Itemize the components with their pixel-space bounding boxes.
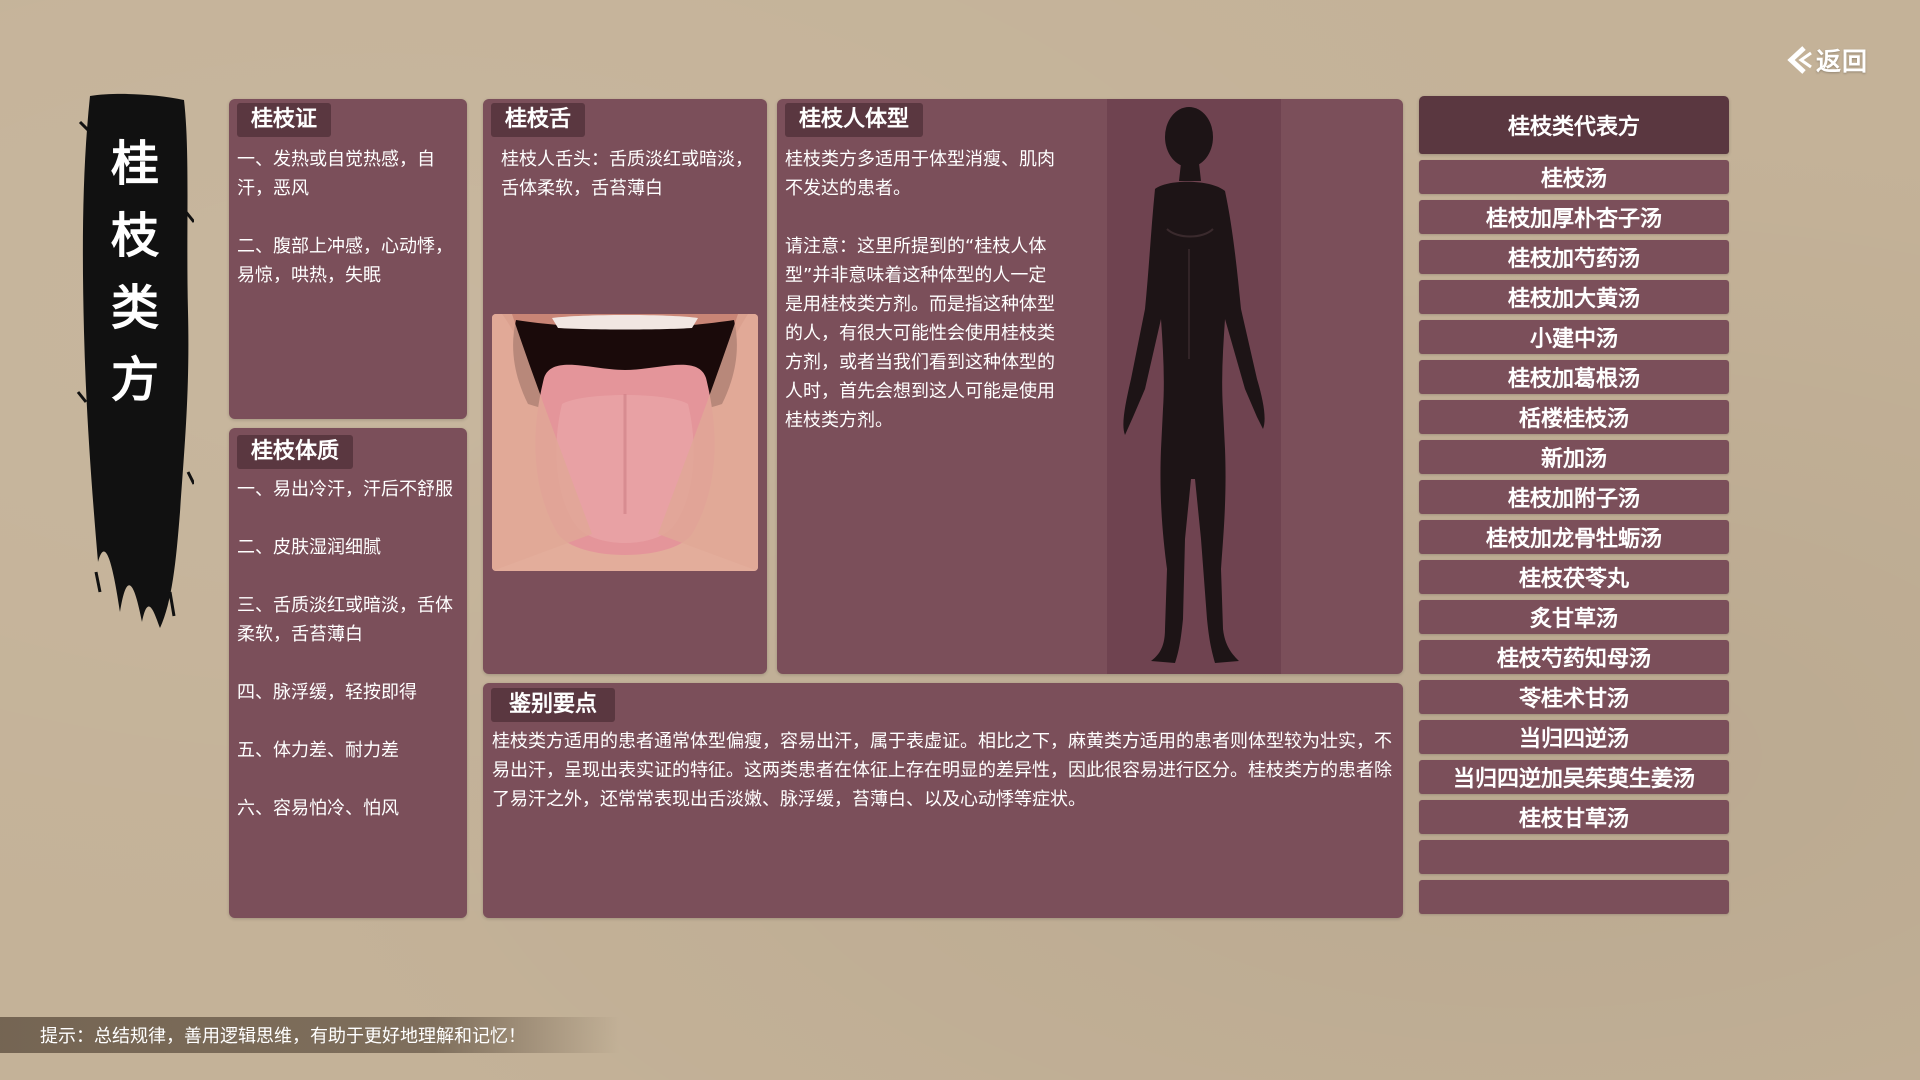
formula-item[interactable]: 苓桂术甘汤 xyxy=(1419,680,1729,714)
differentiation-tag: 鉴别要点 xyxy=(491,688,615,722)
symptom-tag: 桂枝证 xyxy=(237,103,331,137)
formula-item[interactable]: 桂枝芍药知母汤 xyxy=(1419,640,1729,674)
formula-list-header: 桂枝类代表方 xyxy=(1419,96,1729,154)
constitution-item: 一、易出冷汗，汗后不舒服 xyxy=(237,475,462,504)
symptom-panel: 桂枝证 一、发热或自觉热感，自汗，恶风 二、腹部上冲感，心动悸，易惊，哄热，失眠 xyxy=(229,99,467,419)
constitution-panel: 桂枝体质 一、易出冷汗，汗后不舒服 二、皮肤湿润细腻 三、舌质淡红或暗淡，舌体柔… xyxy=(229,428,467,918)
constitution-item: 六、容易怕冷、怕风 xyxy=(237,794,462,823)
differentiation-text: 桂枝类方适用的患者通常体型偏瘦，容易出汗，属于表虚证。相比之下，麻黄类方适用的患… xyxy=(492,727,1397,814)
constitution-item: 四、脉浮缓，轻按即得 xyxy=(237,678,462,707)
body-figure-image xyxy=(1107,99,1281,674)
human-silhouette xyxy=(1107,99,1281,674)
formula-item[interactable]: 桂枝加葛根汤 xyxy=(1419,360,1729,394)
title-char: 类 xyxy=(111,272,159,344)
body-type-text: 桂枝类方多适用于体型消瘦、肌肉不发达的患者。 请注意：这里所提到的“桂枝人体型”… xyxy=(785,145,1055,435)
formula-item[interactable]: 炙甘草汤 xyxy=(1419,600,1729,634)
body-type-tag: 桂枝人体型 xyxy=(785,103,923,137)
constitution-item: 二、皮肤湿润细腻 xyxy=(237,533,462,562)
formula-item[interactable] xyxy=(1419,840,1729,874)
tongue-tag: 桂枝舌 xyxy=(491,103,585,137)
differentiation-panel: 鉴别要点 桂枝类方适用的患者通常体型偏瘦，容易出汗，属于表虚证。相比之下，麻黄类… xyxy=(483,683,1403,918)
formula-item[interactable]: 栝楼桂枝汤 xyxy=(1419,400,1729,434)
tongue-text: 桂枝人舌头：舌质淡红或暗淡，舌体柔软，舌苔薄白 xyxy=(501,145,757,203)
constitution-item: 五、体力差、耐力差 xyxy=(237,736,462,765)
tongue-panel: 桂枝舌 桂枝人舌头：舌质淡红或暗淡，舌体柔软，舌苔薄白 xyxy=(483,99,767,674)
formula-item[interactable]: 桂枝茯苓丸 xyxy=(1419,560,1729,594)
back-button[interactable]: 返回 xyxy=(1784,40,1876,80)
tip-bar: 提示：总结规律，善用逻辑思维，有助于更好地理解和记忆！ xyxy=(0,1017,620,1053)
formula-item[interactable]: 桂枝加大黄汤 xyxy=(1419,280,1729,314)
vertical-title: 桂枝类方 xyxy=(76,92,194,632)
formula-item[interactable]: 当归四逆加吴茱萸生姜汤 xyxy=(1419,760,1729,794)
formula-item[interactable]: 桂枝甘草汤 xyxy=(1419,800,1729,834)
constitution-tag: 桂枝体质 xyxy=(237,435,353,469)
title-char: 方 xyxy=(111,344,159,416)
title-char: 枝 xyxy=(111,200,159,272)
constitution-list: 一、易出冷汗，汗后不舒服 二、皮肤湿润细腻 三、舌质淡红或暗淡，舌体柔软，舌苔薄… xyxy=(237,475,462,823)
formula-item[interactable]: 当归四逆汤 xyxy=(1419,720,1729,754)
formula-item[interactable]: 桂枝加厚朴杏子汤 xyxy=(1419,200,1729,234)
formula-item[interactable]: 桂枝加芍药汤 xyxy=(1419,240,1729,274)
symptom-item: 一、发热或自觉热感，自汗，恶风 xyxy=(237,145,462,203)
body-type-desc: 桂枝类方多适用于体型消瘦、肌肉不发达的患者。 xyxy=(785,145,1055,203)
formula-item[interactable]: 新加汤 xyxy=(1419,440,1729,474)
formula-item[interactable]: 桂枝加龙骨牡蛎汤 xyxy=(1419,520,1729,554)
tip-text: 提示：总结规律，善用逻辑思维，有助于更好地理解和记忆！ xyxy=(40,1022,526,1048)
formula-item[interactable]: 桂枝加附子汤 xyxy=(1419,480,1729,514)
back-arrow-icon xyxy=(1784,45,1812,75)
back-label: 返回 xyxy=(1816,42,1868,78)
body-type-note: 请注意：这里所提到的“桂枝人体型”并非意味着这种体型的人一定是用桂枝类方剂。而是… xyxy=(785,232,1055,435)
symptom-list: 一、发热或自觉热感，自汗，恶风 二、腹部上冲感，心动悸，易惊，哄热，失眠 xyxy=(237,145,462,290)
formula-item[interactable]: 桂枝汤 xyxy=(1419,160,1729,194)
formula-item[interactable]: 小建中汤 xyxy=(1419,320,1729,354)
formula-list: 桂枝类代表方 桂枝汤桂枝加厚朴杏子汤桂枝加芍药汤桂枝加大黄汤小建中汤桂枝加葛根汤… xyxy=(1419,96,1729,914)
constitution-item: 三、舌质淡红或暗淡，舌体柔软，舌苔薄白 xyxy=(237,591,462,649)
tongue-illustration xyxy=(492,314,758,571)
title-char: 桂 xyxy=(111,128,159,200)
formula-item[interactable] xyxy=(1419,880,1729,914)
body-type-panel: 桂枝人体型 桂枝类方多适用于体型消瘦、肌肉不发达的患者。 请注意：这里所提到的“… xyxy=(777,99,1403,674)
symptom-item: 二、腹部上冲感，心动悸，易惊，哄热，失眠 xyxy=(237,232,462,290)
tongue-image xyxy=(492,314,758,571)
